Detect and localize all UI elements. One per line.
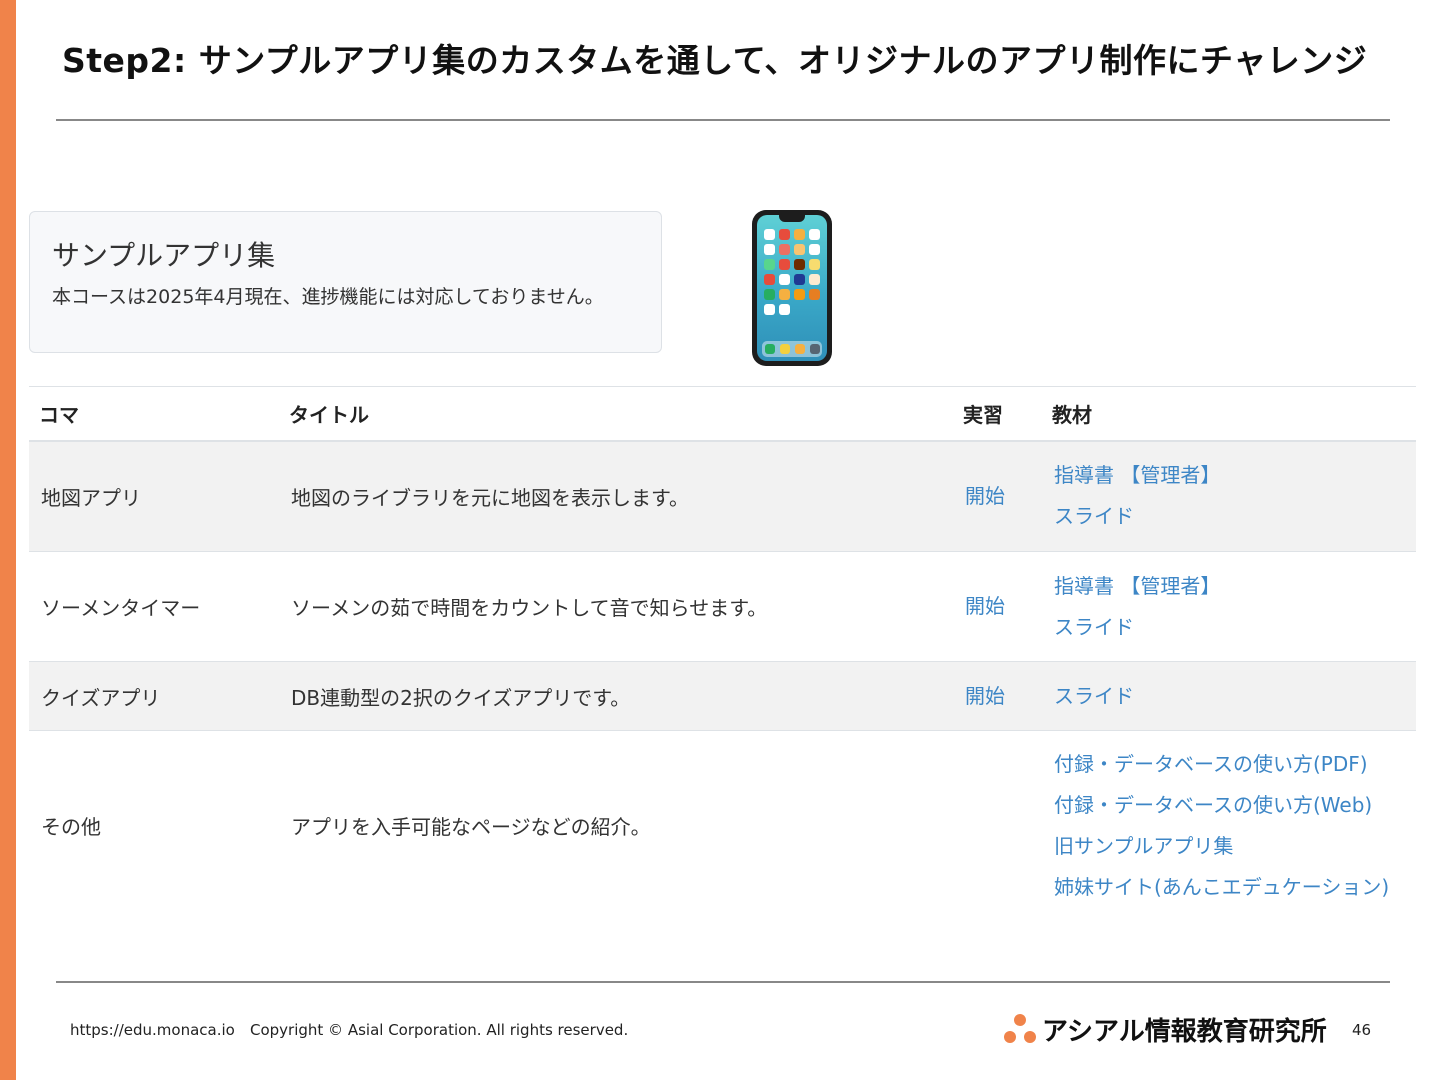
row-start-cell: 開始 xyxy=(953,661,1042,731)
header-koma: コマ xyxy=(39,402,79,427)
row-materials-cell: 指導書 【管理者】 スライド xyxy=(1042,551,1416,662)
table-row: 地図アプリ 地図のライブラリを元に地図を表示します。 開始 指導書 【管理者】 … xyxy=(29,440,1416,552)
header-title: タイトル xyxy=(289,402,369,427)
guide-admin-link[interactable]: 指導書 【管理者】 xyxy=(1054,566,1404,607)
row-materials-cell: スライド xyxy=(1042,661,1416,731)
sample-apps-info-box: サンプルアプリ集 本コースは2025年4月現在、進捗機能には対応しておりません。 xyxy=(29,211,662,353)
row-koma: その他 xyxy=(41,815,101,840)
phone-screen xyxy=(757,215,827,361)
sister-site-link[interactable]: 姉妹サイト(あんこエデュケーション) xyxy=(1054,867,1404,908)
smartphone-home-screen-icon xyxy=(752,210,832,366)
title-divider xyxy=(56,119,1390,121)
footer-url: https://edu.monaca.io xyxy=(70,1021,235,1039)
old-sample-apps-link[interactable]: 旧サンプルアプリ集 xyxy=(1054,826,1404,867)
row-koma: クイズアプリ xyxy=(29,661,279,731)
slide-accent-bar xyxy=(0,0,16,1080)
logo-text: アシアル情報教育研究所 xyxy=(1042,1017,1327,1047)
row-title: ソーメンの茹で時間をカウントして音で知らせます。 xyxy=(279,551,953,662)
start-link[interactable]: 開始 xyxy=(965,476,1030,517)
row-title: DB連動型の2択のクイズアプリです。 xyxy=(279,661,953,731)
start-link[interactable]: 開始 xyxy=(965,676,1030,717)
row-start-cell: 開始 xyxy=(953,440,1042,552)
table-header-row: コマ タイトル 実習 教材 xyxy=(29,386,1416,441)
table-row: クイズアプリ DB連動型の2択のクイズアプリです。 開始 スライド xyxy=(29,661,1416,731)
row-materials-cell: 付録・データベースの使い方(PDF) 付録・データベースの使い方(Web) 旧サ… xyxy=(1042,731,1416,921)
slide-link[interactable]: スライド xyxy=(1054,496,1404,537)
slide-link[interactable]: スライド xyxy=(1054,676,1404,717)
slide-link[interactable]: スライド xyxy=(1054,607,1404,648)
footer-divider xyxy=(56,981,1390,983)
row-title: アプリを入手可能なページなどの紹介。 xyxy=(291,815,651,840)
row-start-cell: 開始 xyxy=(953,551,1042,662)
header-jissyu: 実習 xyxy=(963,402,1003,427)
asial-logo-icon xyxy=(1004,1014,1036,1043)
row-materials-cell: 指導書 【管理者】 スライド xyxy=(1042,440,1416,552)
footer-copyright: Copyright © Asial Corporation. All right… xyxy=(250,1021,629,1039)
appendix-db-pdf-link[interactable]: 付録・データベースの使い方(PDF) xyxy=(1054,744,1404,785)
table-row: ソーメンタイマー ソーメンの茹で時間をカウントして音で知らせます。 開始 指導書… xyxy=(29,551,1416,662)
info-box-heading: サンプルアプリ集 xyxy=(52,239,276,272)
appendix-db-web-link[interactable]: 付録・データベースの使い方(Web) xyxy=(1054,785,1404,826)
row-title: 地図のライブラリを元に地図を表示します。 xyxy=(279,440,953,552)
row-koma: 地図アプリ xyxy=(29,440,279,552)
phone-notch xyxy=(779,215,805,222)
header-kyozai: 教材 xyxy=(1052,402,1092,427)
info-box-note: 本コースは2025年4月現在、進捗機能には対応しておりません。 xyxy=(52,286,604,308)
page-number: 46 xyxy=(1352,1021,1372,1039)
guide-admin-link[interactable]: 指導書 【管理者】 xyxy=(1054,455,1404,496)
phone-dock xyxy=(762,341,822,357)
course-table: コマ タイトル 実習 教材 地図アプリ 地図のライブラリを元に地図を表示します。… xyxy=(29,386,1416,921)
phone-app-grid xyxy=(764,229,820,315)
row-start-cell xyxy=(953,731,1042,921)
row-koma: ソーメンタイマー xyxy=(29,551,279,662)
table-row: その他 アプリを入手可能なページなどの紹介。 付録・データベースの使い方(PDF… xyxy=(29,731,1416,921)
start-link[interactable]: 開始 xyxy=(965,586,1030,627)
slide-title: Step2: サンプルアプリ集のカスタムを通して、オリジナルのアプリ制作にチャレ… xyxy=(62,41,1368,80)
